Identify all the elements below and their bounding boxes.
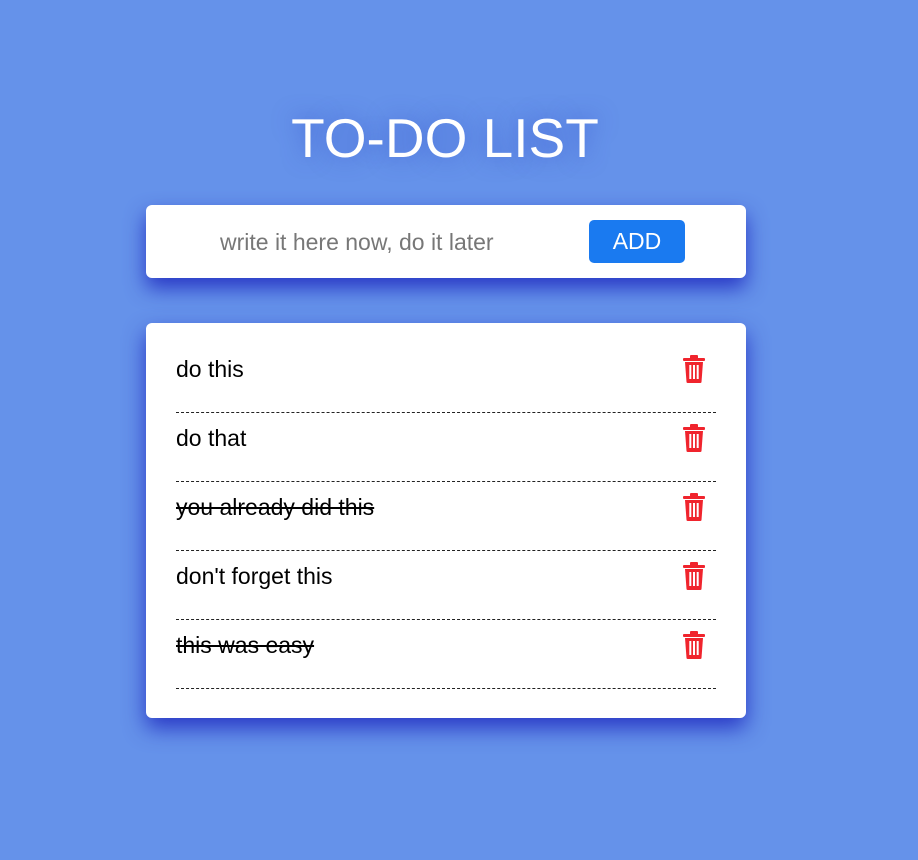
page-title: TO-DO LIST — [291, 107, 599, 169]
add-button[interactable]: ADD — [589, 220, 685, 263]
add-task-form: ADD — [146, 205, 746, 278]
todo-item-text[interactable]: don't forget this — [176, 562, 333, 590]
trash-icon[interactable] — [682, 424, 706, 452]
todo-item-text[interactable]: do this — [176, 355, 244, 383]
list-item: don't forget this — [176, 552, 716, 620]
todo-list: do this do that you already did this don… — [176, 345, 716, 690]
list-item: do this — [176, 345, 716, 413]
list-item: do that — [176, 414, 716, 482]
todo-item-text[interactable]: this was easy — [176, 631, 314, 659]
task-input[interactable] — [210, 224, 570, 260]
todo-list-card: do this do that you already did this don… — [146, 323, 746, 718]
list-item: this was easy — [176, 621, 716, 689]
todo-item-text[interactable]: do that — [176, 424, 246, 452]
trash-icon[interactable] — [682, 631, 706, 659]
todo-app: TO-DO LIST ADD do this do that — [0, 0, 918, 860]
trash-icon[interactable] — [682, 562, 706, 590]
trash-icon[interactable] — [682, 493, 706, 521]
list-item: you already did this — [176, 483, 716, 551]
todo-item-text[interactable]: you already did this — [176, 493, 374, 521]
trash-icon[interactable] — [682, 355, 706, 383]
